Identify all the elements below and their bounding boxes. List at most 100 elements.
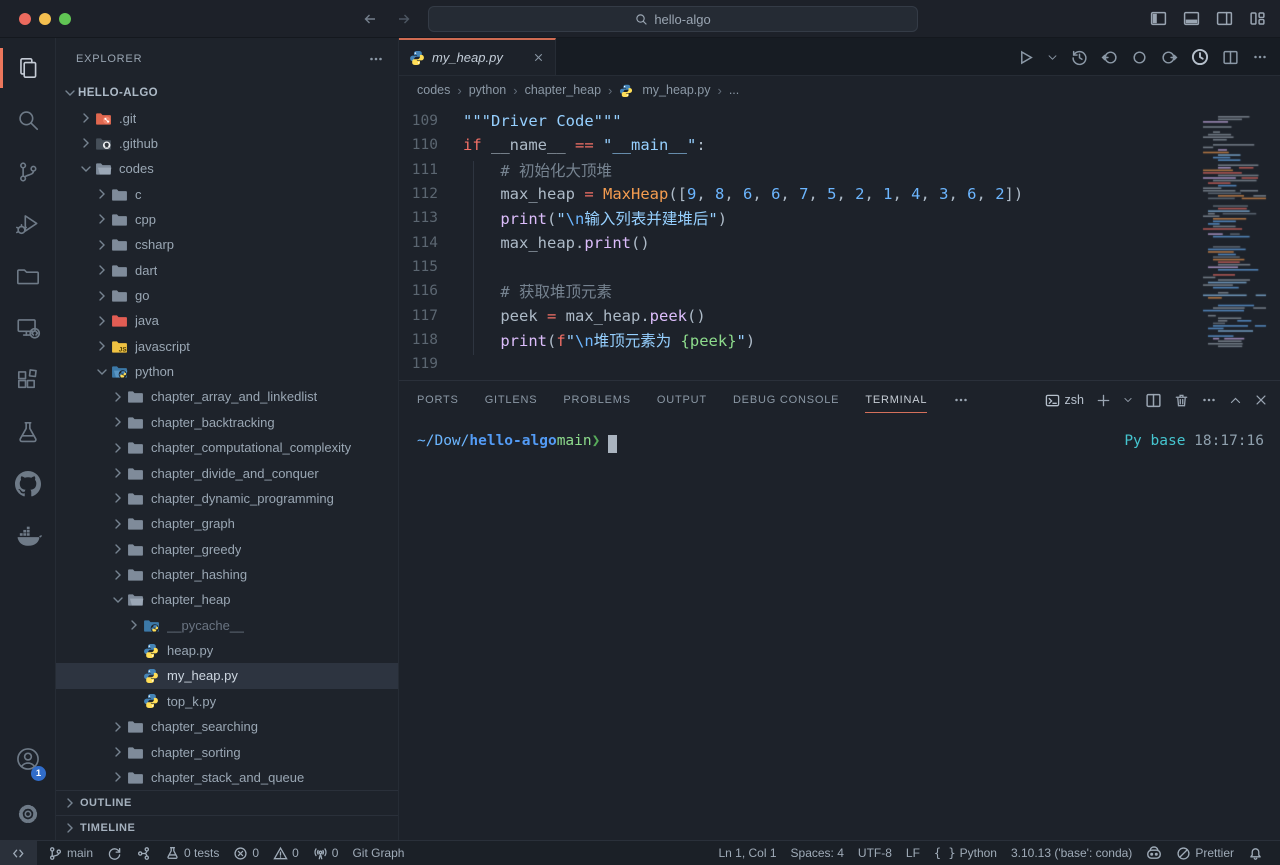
status-git-sync[interactable] bbox=[100, 841, 129, 865]
chevron-right-icon[interactable] bbox=[126, 617, 142, 633]
section-timeline[interactable]: TIMELINE bbox=[56, 815, 398, 840]
code-line-111[interactable]: 111 # 初始化大顶堆 bbox=[399, 158, 1280, 182]
status-errors[interactable]: 0 bbox=[226, 841, 266, 865]
code-line-118[interactable]: 118 print(f"\n堆顶元素为 {peek}") bbox=[399, 328, 1280, 352]
breadcrumb-item[interactable]: ... bbox=[729, 83, 739, 97]
tree-item-dart[interactable]: dart bbox=[56, 258, 398, 283]
activity-search[interactable] bbox=[0, 94, 55, 146]
activity-run-debug[interactable] bbox=[0, 198, 55, 250]
tree-item-java[interactable]: java bbox=[56, 308, 398, 333]
tree-item-cpp[interactable]: cpp bbox=[56, 207, 398, 232]
status-eol[interactable]: LF bbox=[899, 846, 927, 860]
activity-testing[interactable] bbox=[0, 406, 55, 458]
tab-my-heap-py[interactable]: my_heap.py bbox=[399, 38, 556, 75]
status-notifications[interactable] bbox=[1241, 846, 1270, 861]
chevron-right-icon[interactable] bbox=[94, 288, 110, 304]
status-git-graph-icon[interactable] bbox=[129, 841, 158, 865]
navigate-back-icon[interactable] bbox=[362, 11, 378, 27]
history-icon[interactable] bbox=[1071, 49, 1088, 66]
panel-tab-output[interactable]: OUTPUT bbox=[657, 381, 707, 419]
panel-tab-debug-console[interactable]: DEBUG CONSOLE bbox=[733, 381, 839, 419]
chevron-right-icon[interactable] bbox=[110, 567, 126, 583]
code-line-109[interactable]: 109"""Driver Code""" bbox=[399, 109, 1280, 133]
tree-item--github[interactable]: .github bbox=[56, 131, 398, 156]
code-line-110[interactable]: 110if __name__ == "__main__": bbox=[399, 133, 1280, 157]
tree-item-c[interactable]: c bbox=[56, 181, 398, 206]
status-git-branch[interactable]: main bbox=[41, 841, 100, 865]
tree-item-chapter-stack-and-queue[interactable]: chapter_stack_and_queue bbox=[56, 765, 398, 790]
explorer-more-actions-icon[interactable] bbox=[368, 51, 384, 67]
chevron-right-icon[interactable] bbox=[94, 262, 110, 278]
chevron-down-icon[interactable] bbox=[94, 364, 110, 380]
tree-item-javascript[interactable]: JSjavascript bbox=[56, 334, 398, 359]
zoom-window-button[interactable] bbox=[59, 13, 71, 25]
more-icon[interactable] bbox=[1252, 49, 1268, 65]
panel-tab-ports[interactable]: PORTS bbox=[417, 381, 459, 419]
status-python-interpreter[interactable]: 3.10.13 ('base': conda) bbox=[1004, 846, 1139, 860]
tree-item--git[interactable]: .git bbox=[56, 105, 398, 130]
terminal-shell-chip[interactable]: zsh bbox=[1045, 393, 1084, 408]
status-warnings[interactable]: 0 bbox=[266, 841, 306, 865]
code-line-113[interactable]: 113 print("\n输入列表并建堆后") bbox=[399, 206, 1280, 230]
chevron-right-icon[interactable] bbox=[94, 237, 110, 253]
chevron-right-icon[interactable] bbox=[110, 744, 126, 760]
add-icon[interactable] bbox=[1096, 393, 1111, 408]
chevron-right-icon[interactable] bbox=[110, 389, 126, 405]
breadcrumb-item[interactable]: my_heap.py bbox=[642, 83, 710, 97]
layout-customize-icon[interactable] bbox=[1249, 10, 1266, 27]
tree-item-codes[interactable]: codes bbox=[56, 156, 398, 181]
status-ports[interactable]: 0 bbox=[306, 841, 346, 865]
tree-item-chapter-dynamic-programming[interactable]: chapter_dynamic_programming bbox=[56, 486, 398, 511]
chevron-right-icon[interactable] bbox=[110, 541, 126, 557]
tree-item-chapter-hashing[interactable]: chapter_hashing bbox=[56, 562, 398, 587]
activity-remote-explorer[interactable] bbox=[0, 302, 55, 354]
tree-item-go[interactable]: go bbox=[56, 283, 398, 308]
activity-github[interactable] bbox=[0, 458, 55, 510]
status-remote[interactable] bbox=[0, 841, 37, 865]
tree-item-chapter-backtracking[interactable]: chapter_backtracking bbox=[56, 410, 398, 435]
status-cursor-position[interactable]: Ln 1, Col 1 bbox=[711, 846, 783, 860]
run-icon[interactable] bbox=[1017, 49, 1034, 66]
split-editor-icon[interactable] bbox=[1222, 49, 1239, 66]
activity-explorer[interactable] bbox=[0, 42, 55, 94]
minimap[interactable] bbox=[1200, 114, 1272, 352]
tree-item-chapter-sorting[interactable]: chapter_sorting bbox=[56, 739, 398, 764]
chevron-right-icon[interactable] bbox=[110, 414, 126, 430]
tree-item--pycache-[interactable]: __pycache__ bbox=[56, 613, 398, 638]
status-prettier[interactable]: Prettier bbox=[1169, 846, 1241, 861]
tab-close-icon[interactable] bbox=[532, 51, 545, 64]
breadcrumb-item[interactable]: python bbox=[469, 83, 507, 97]
code-line-117[interactable]: 117 peek = max_heap.peek() bbox=[399, 303, 1280, 327]
code-line-119[interactable]: 119 bbox=[399, 352, 1280, 376]
activity-extensions[interactable] bbox=[0, 354, 55, 406]
code-line-116[interactable]: 116 # 获取堆顶元素 bbox=[399, 279, 1280, 303]
breadcrumb-item[interactable]: chapter_heap bbox=[525, 83, 601, 97]
tree-item-python[interactable]: python bbox=[56, 359, 398, 384]
chevron-down-icon[interactable] bbox=[110, 592, 126, 608]
chevron-right-icon[interactable] bbox=[110, 465, 126, 481]
tree-item-hello-algo[interactable]: HELLO-ALGO bbox=[56, 80, 398, 105]
gitlens-clock-icon[interactable] bbox=[1191, 48, 1209, 66]
code-line-114[interactable]: 114 max_heap.print() bbox=[399, 230, 1280, 254]
tree-item-chapter-divide-and-conquer[interactable]: chapter_divide_and_conquer bbox=[56, 460, 398, 485]
activity-accounts[interactable]: 1 bbox=[0, 736, 55, 788]
code-line-115[interactable]: 115 bbox=[399, 255, 1280, 279]
panel-tab-problems[interactable]: PROBLEMS bbox=[563, 381, 631, 419]
layout-sidebar-left-icon[interactable] bbox=[1150, 10, 1167, 27]
chevron-right-icon[interactable] bbox=[94, 186, 110, 202]
chevron-down-icon[interactable] bbox=[62, 85, 78, 101]
chevron-right-icon[interactable] bbox=[94, 338, 110, 354]
tree-item-my-heap-py[interactable]: my_heap.py bbox=[56, 663, 398, 688]
tree-item-heap-py[interactable]: heap.py bbox=[56, 638, 398, 663]
split-editor-icon[interactable] bbox=[1145, 392, 1162, 409]
chevron-right-icon[interactable] bbox=[78, 110, 94, 126]
tree-item-top-k-py[interactable]: top_k.py bbox=[56, 689, 398, 714]
activity-settings[interactable] bbox=[0, 788, 55, 840]
chevron-right-icon[interactable] bbox=[110, 490, 126, 506]
status-indentation[interactable]: Spaces: 4 bbox=[784, 846, 851, 860]
tree-item-chapter-heap[interactable]: chapter_heap bbox=[56, 587, 398, 612]
tree-item-chapter-computational-complexity[interactable]: chapter_computational_complexity bbox=[56, 435, 398, 460]
chevron-right-icon[interactable] bbox=[78, 135, 94, 151]
layout-panel-bottom-icon[interactable] bbox=[1183, 10, 1200, 27]
tree-item-chapter-graph[interactable]: chapter_graph bbox=[56, 511, 398, 536]
